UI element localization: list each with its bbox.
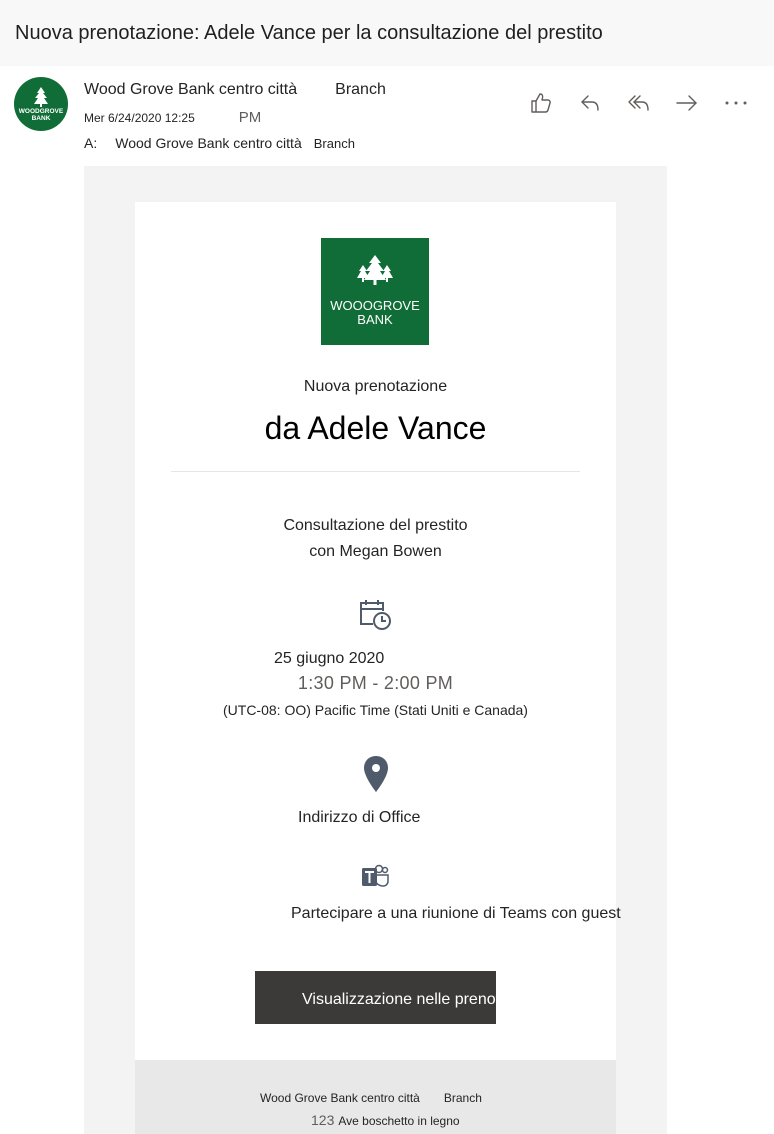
location-pin-icon: [364, 756, 388, 792]
recipient-tag: Branch: [313, 136, 355, 151]
staff-name: con Megan Bowen: [309, 543, 442, 560]
footer-name: Wood Grove Bank centro città: [260, 1091, 420, 1105]
avatar-label-line2: BANK: [31, 115, 51, 122]
bank-logo: WOOOGROVE BANK: [321, 238, 429, 345]
teams-join-text[interactable]: Partecipare a una riunione di Teams con …: [291, 905, 621, 923]
more-options-button[interactable]: [723, 90, 749, 116]
booking-date: 25 giugno 2020: [274, 650, 385, 667]
reply-icon: [581, 95, 599, 111]
footer-address: 123 Ave boschetto in legno: [311, 1112, 460, 1128]
email-subject: Nuova prenotazione: Adele Vance per la c…: [0, 0, 774, 66]
thumbs-up-icon: [531, 93, 551, 113]
sender-avatar: WOODGROVE BANK: [14, 77, 68, 131]
sender-tag: Branch: [335, 81, 386, 98]
forward-button[interactable]: [674, 90, 700, 116]
sent-date: Mer 6/24/2020 12:25 PM: [84, 109, 261, 126]
view-in-bookings-button[interactable]: Visualizzazione nelle prenotazioni: [255, 971, 496, 1024]
tree-logo-icon: [34, 87, 48, 107]
to-label: A:: [84, 135, 98, 151]
email-body: WOOOGROVE BANK Nuova prenotazione da Ade…: [84, 166, 667, 1134]
booking-timezone: (UTC-08: OO) Pacific Time (Stati Uniti e…: [223, 702, 528, 718]
footer-tag: Branch: [443, 1091, 482, 1105]
reply-button[interactable]: [578, 90, 604, 116]
customer-name: da Adele Vance: [264, 410, 487, 446]
footer-name-line: Wood Grove Bank centro città Branch: [260, 1091, 482, 1105]
divider: [171, 471, 580, 472]
sent-date-value: Mer 6/24/2020 12:25: [84, 111, 195, 125]
logo-label-line2: BANK: [357, 312, 393, 327]
avatar-label-line1: WOODGROVE: [18, 108, 64, 115]
new-booking-label: Nuova prenotazione: [303, 378, 448, 395]
recipient-name[interactable]: Wood Grove Bank centro città: [115, 135, 302, 151]
teams-icon: [362, 864, 389, 887]
forward-icon: [676, 95, 697, 111]
sent-date-pm: PM: [238, 109, 262, 126]
recipient-line: A: Wood Grove Bank centro città Branch: [84, 135, 355, 151]
calendar-clock-icon: [360, 600, 391, 630]
reply-all-button[interactable]: [626, 90, 652, 116]
reply-all-icon: [628, 95, 649, 111]
sender[interactable]: Wood Grove Bank centro città Branch: [84, 81, 386, 99]
tree-logo-icon: [357, 255, 393, 285]
logo-label-line1: WOOOGROVE: [330, 298, 420, 313]
footer-street-number: 123: [311, 1112, 335, 1128]
footer-street: Ave boschetto in legno: [338, 1114, 460, 1128]
booking-time: 1:30 PM - 2:00 PM: [297, 673, 454, 693]
location-text: Indirizzo di Office: [298, 809, 421, 826]
sender-name: Wood Grove Bank centro città: [84, 81, 298, 98]
like-button[interactable]: [528, 90, 554, 116]
more-icon: [725, 101, 747, 105]
service-name: Consultazione del prestito: [283, 517, 468, 534]
card-footer: Wood Grove Bank centro città Branch 123 Av…: [135, 1060, 616, 1134]
booking-card: WOOOGROVE BANK Nuova prenotazione da Ade…: [135, 202, 621, 1134]
view-in-bookings-label: Visualizzazione nelle prenotazioni: [302, 991, 496, 1008]
